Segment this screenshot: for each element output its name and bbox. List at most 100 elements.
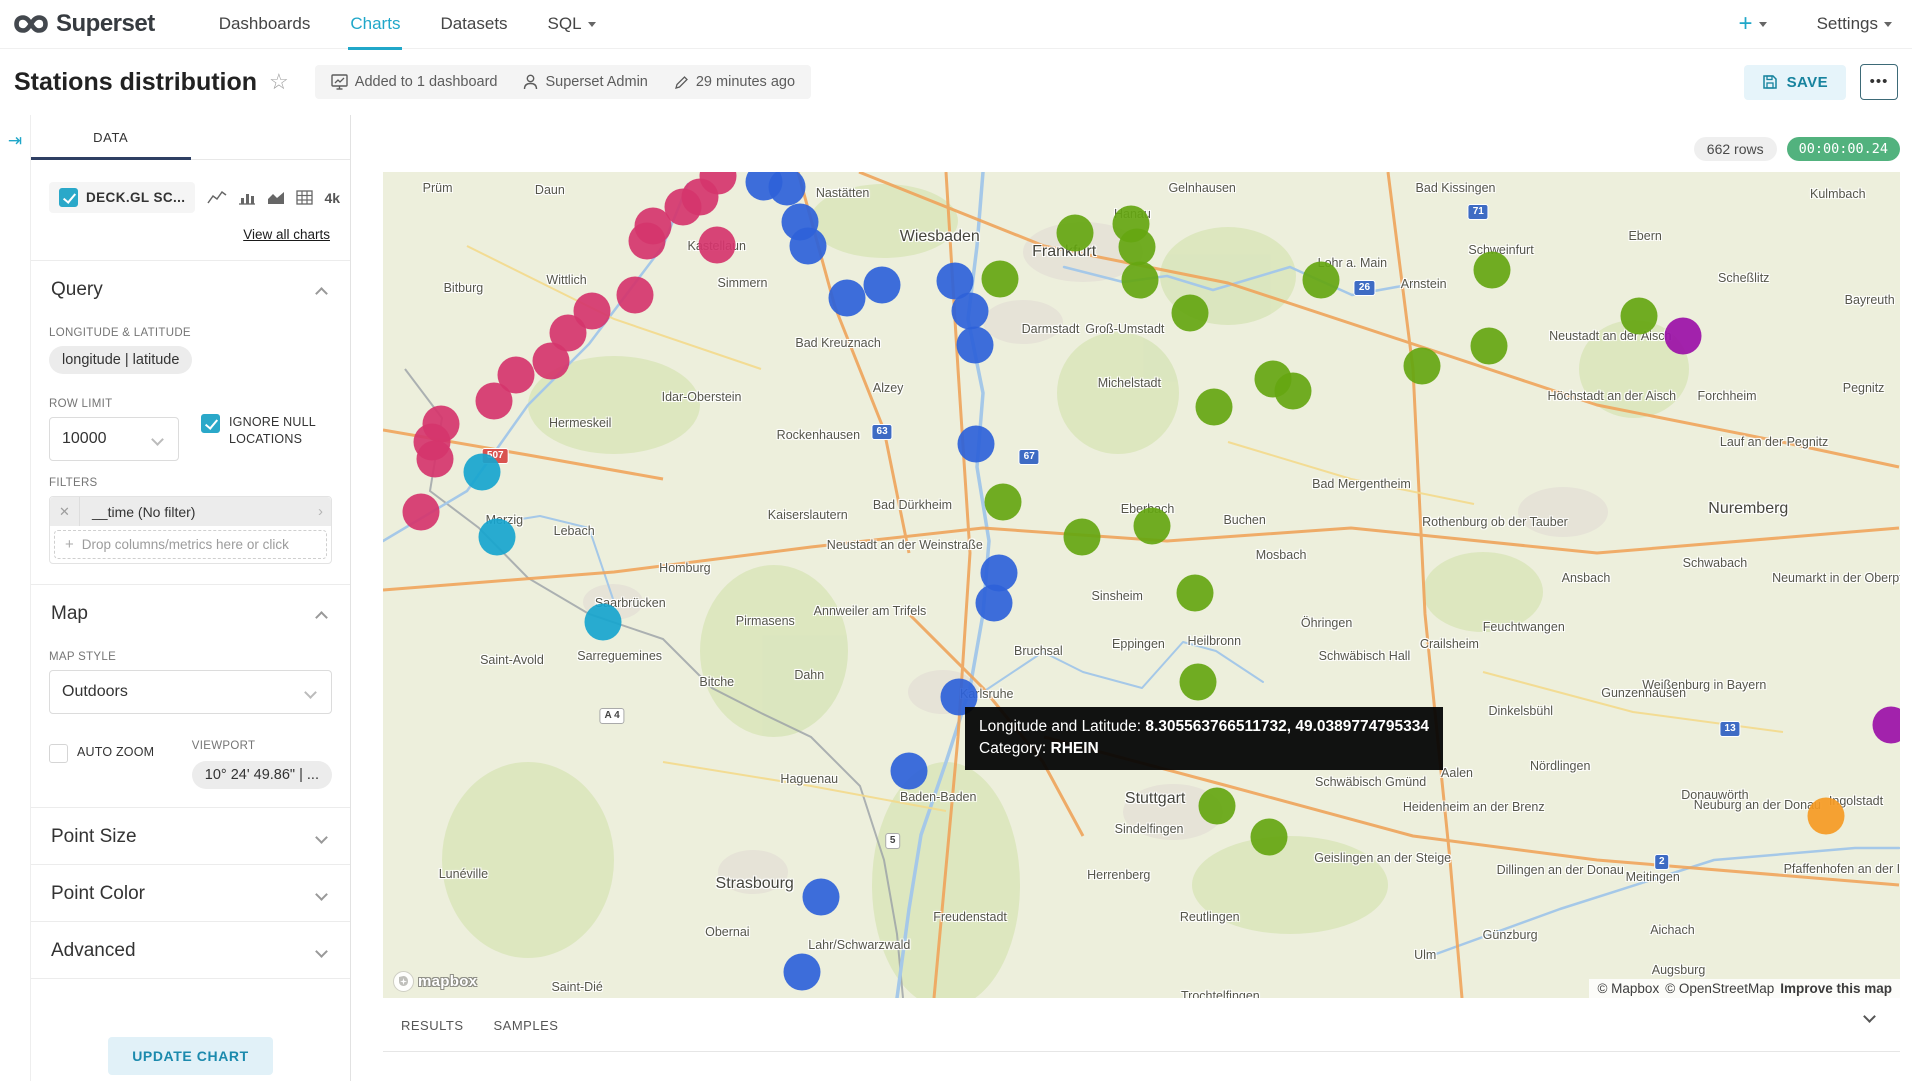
dashboard-count-badge[interactable]: Added to 1 dashboard [331,74,498,90]
save-button[interactable]: SAVE [1744,65,1846,100]
nav-item-sql[interactable]: SQL [528,0,616,49]
nav-item-dashboards[interactable]: Dashboards [199,0,331,49]
map-style-select[interactable]: Outdoors [49,670,332,714]
viewport-chip[interactable]: 10° 24' 49.86" | ... [192,761,332,789]
map-point-blue[interactable] [829,280,866,317]
map-point-blue[interactable] [789,227,826,264]
map-point-blue[interactable] [783,954,820,991]
map-city-label: Sarreguemines [577,649,662,663]
section-title: Advanced [51,940,136,962]
map-point-blue[interactable] [958,425,995,462]
map-point-pink[interactable] [416,441,453,478]
map-point-cyan[interactable] [463,453,500,490]
map-point-green[interactable] [1121,262,1158,299]
map-point-blue[interactable] [864,267,901,304]
lonlat-chip[interactable]: longitude | latitude [49,346,192,374]
improve-map-link[interactable]: Improve this map [1780,981,1892,996]
bar-chart-icon[interactable] [238,190,256,205]
map-point-green[interactable] [985,484,1022,521]
map-point-green[interactable] [1134,508,1171,545]
map-canvas[interactable]: PrümDaunNastättenGelnhausenBad Kissingen… [383,172,1900,998]
map-point-cyan[interactable] [584,604,621,641]
ignore-null-checkbox-row[interactable]: IGNORE NULL LOCATIONS [201,414,332,448]
map-point-pink[interactable] [402,494,439,531]
map-point-green[interactable] [1250,818,1287,855]
view-all-charts-link[interactable]: View all charts [49,227,330,242]
map-point-green[interactable] [1064,519,1101,556]
ignore-null-checkbox[interactable] [201,414,220,433]
map-point-blue[interactable] [956,327,993,364]
map-point-green[interactable] [1056,215,1093,252]
map-point-green[interactable] [1176,575,1213,612]
map-point-green[interactable] [1179,664,1216,701]
auto-zoom-checkbox[interactable] [49,744,68,763]
map-point-pink[interactable] [616,277,653,314]
line-chart-icon[interactable] [207,190,227,205]
new-item-button[interactable]: + [1739,10,1767,38]
osm-attribution-link[interactable]: © OpenStreetMap [1665,981,1774,996]
map-point-green[interactable] [1275,372,1312,409]
results-tab-samples[interactable]: SAMPLES [494,1018,559,1033]
map-point-green[interactable] [1172,295,1209,332]
chevron-up-icon [315,611,328,624]
map-point-blue[interactable] [891,752,928,789]
table-icon[interactable] [296,190,313,205]
map-point-pink[interactable] [698,226,735,263]
nav-item-datasets[interactable]: Datasets [420,0,527,49]
map-city-label: Bayreuth [1845,293,1895,307]
filter-drop-zone[interactable]: + Drop columns/metrics here or click [54,530,327,559]
map-city-label: Geislingen an der Steige [1314,851,1451,865]
map-point-green[interactable] [1118,229,1155,266]
section-point-color[interactable]: Point Color [49,865,332,921]
map-city-label: Nastätten [816,186,870,200]
favorite-star-icon[interactable]: ☆ [269,69,289,95]
owner-badge[interactable]: Superset Admin [523,74,647,90]
remove-filter-icon[interactable]: ✕ [50,497,80,526]
map-point-green[interactable] [982,261,1019,298]
time-filter-chip[interactable]: ✕ __time (No filter) › [50,497,331,526]
map-point-green[interactable] [1404,348,1441,385]
map-point-cyan[interactable] [478,519,515,556]
area-chart-icon[interactable] [267,190,285,205]
nav-item-charts[interactable]: Charts [330,0,420,49]
map-point-green[interactable] [1196,388,1233,425]
map-point-green[interactable] [1621,297,1658,334]
map-city-label: Forchheim [1698,389,1757,403]
map-point-purple[interactable] [1665,317,1702,354]
dashboard-count-label: Added to 1 dashboard [355,74,498,90]
mapbox-attribution-link[interactable]: © Mapbox [1597,981,1659,996]
viz-4k-option[interactable]: 4k [324,190,340,206]
map-point-pink[interactable] [475,382,512,419]
expand-results-chevron[interactable] [1865,1008,1878,1026]
tab-data[interactable]: DATA [31,115,191,159]
map-point-pink[interactable] [533,343,570,380]
map-city-label: Annweiler am Trifels [814,604,927,618]
ellipsis-icon: ••• [1870,73,1889,90]
mapbox-logo[interactable]: mapbox [393,971,477,992]
query-section-header[interactable]: Query [49,261,332,317]
expand-panel-icon[interactable]: ⇥ [8,131,22,150]
section-point-size[interactable]: Point Size [49,808,332,864]
map-point-green[interactable] [1473,252,1510,289]
results-tab-results[interactable]: RESULTS [401,1018,464,1033]
section-advanced[interactable]: Advanced [49,922,332,978]
map-point-orange[interactable] [1807,798,1844,835]
more-actions-button[interactable]: ••• [1860,64,1898,100]
map-point-green[interactable] [1302,262,1339,299]
map-point-green[interactable] [1470,328,1507,365]
map-point-blue[interactable] [803,879,840,916]
map-point-pink[interactable] [628,222,665,259]
auto-zoom-checkbox-row[interactable]: AUTO ZOOM [49,730,170,789]
row-limit-select[interactable]: 10000 [49,417,179,461]
last-modified-badge[interactable]: 29 minutes ago [674,74,795,90]
map-section-header[interactable]: Map [49,585,332,641]
current-viz-chip[interactable]: DECK.GL SC... [49,182,195,213]
settings-menu[interactable]: Settings [1797,0,1898,49]
superset-logo[interactable]: Superset [14,10,155,38]
map-point-green[interactable] [1199,788,1236,825]
map-point-blue[interactable] [976,585,1013,622]
map-point-blue[interactable] [952,292,989,329]
update-chart-button[interactable]: UPDATE CHART [108,1037,273,1075]
map-city-label: Saint-Dié [551,980,602,994]
filter-expand-icon[interactable]: › [318,503,331,520]
